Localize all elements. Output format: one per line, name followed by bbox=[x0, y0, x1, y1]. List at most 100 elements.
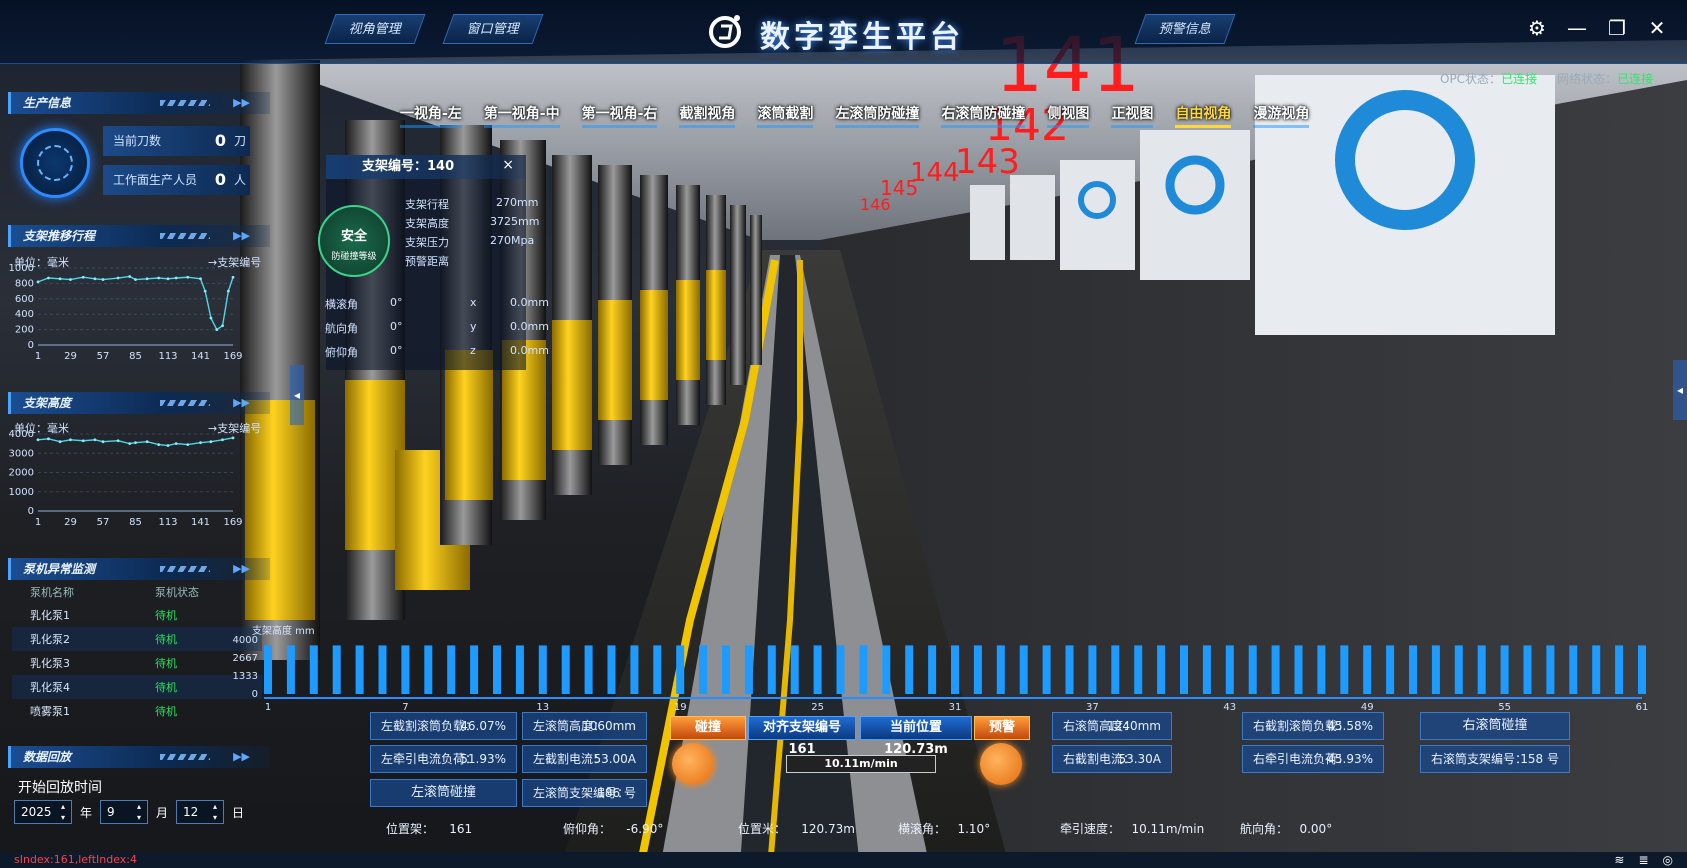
bar bbox=[1180, 645, 1188, 694]
bar bbox=[355, 645, 364, 694]
bar bbox=[1409, 645, 1417, 694]
support-height-header: 支架高度 ▶▶ bbox=[8, 392, 270, 414]
gear-icon[interactable]: ⚙ bbox=[1525, 16, 1549, 40]
restore-icon[interactable]: ❐ bbox=[1605, 16, 1629, 40]
view-management-label: 视角管理 bbox=[348, 22, 401, 37]
view-management-button[interactable]: 视角管理 bbox=[324, 14, 426, 44]
bar bbox=[286, 645, 295, 694]
right-drum-support-number: 右滚筒支架编号： 158 号 bbox=[1420, 745, 1570, 773]
tab-drum-cutting[interactable]: 滚筒截割 bbox=[757, 103, 814, 128]
table-row[interactable]: 喷雾泵1 待机 bbox=[12, 699, 262, 723]
left-traction-value: 51.93% bbox=[460, 752, 506, 766]
x-tick-label: 57 bbox=[97, 517, 110, 528]
tab-right-drum-anticollision[interactable]: 右滚筒防碰撞 bbox=[941, 103, 1026, 128]
day-spinner[interactable]: 12 bbox=[176, 800, 225, 824]
bar bbox=[836, 645, 845, 694]
y-tick-label: 0 bbox=[252, 689, 258, 700]
table-row[interactable]: 乳化泵3 待机 bbox=[12, 651, 262, 675]
tab-view-left[interactable]: 一视角-左 bbox=[400, 103, 462, 128]
table-row[interactable]: 乳化泵1 待机 bbox=[12, 603, 262, 627]
tab-first-view-center[interactable]: 第一视角-中 bbox=[483, 103, 560, 128]
data-point bbox=[186, 443, 190, 446]
chevron-icon: ▶▶ bbox=[233, 229, 250, 242]
tab-free-view[interactable]: 自由视角 bbox=[1175, 103, 1232, 128]
data-point bbox=[134, 278, 137, 281]
year-spinner[interactable]: 2025 bbox=[14, 800, 72, 824]
bar bbox=[1317, 645, 1326, 694]
axis-x-label: x bbox=[470, 296, 477, 309]
data-point bbox=[36, 438, 40, 442]
bar bbox=[1111, 645, 1120, 694]
app-title: 数字孪生平台 bbox=[760, 20, 964, 55]
y-tick-label: 200 bbox=[15, 325, 34, 336]
right-traction-current-load: 右牵引电流负荷： 45.93% bbox=[1242, 745, 1384, 773]
table-row[interactable]: 乳化泵2 待机 bbox=[12, 627, 262, 651]
data-point bbox=[215, 328, 219, 331]
year-unit: 年 bbox=[80, 805, 93, 820]
data-point bbox=[69, 278, 72, 281]
production-info-title: 生产信息 bbox=[23, 96, 72, 110]
tab-roam-view[interactable]: 漫游视角 bbox=[1253, 103, 1310, 128]
stack-icon[interactable]: ≣ bbox=[1638, 852, 1648, 868]
right-cut-drum-load: 右截割滚筒负载： 45.58% bbox=[1242, 712, 1384, 740]
current-position-button[interactable]: 当前位置 120.73m bbox=[860, 716, 972, 757]
data-point bbox=[116, 439, 120, 443]
month-spinner[interactable]: 9 bbox=[100, 800, 149, 824]
bar bbox=[1523, 645, 1532, 694]
support-height-chart: 单位：毫米 →支架编号 0 1000 2000 3000 4000 1 29 57 85 113 1… bbox=[8, 416, 270, 551]
data-point bbox=[231, 436, 235, 440]
minimize-icon[interactable]: — bbox=[1565, 16, 1589, 40]
pump-table: 泵机名称 泵机状态 乳化泵1 待机 乳化泵2 待机 乳化泵3 待机 乳化泵4 待机 喷雾… bbox=[12, 581, 262, 723]
replay-start-label: 开始回放时间 bbox=[18, 780, 102, 796]
bar bbox=[630, 645, 639, 694]
tab-cutting-view[interactable]: 截割视角 bbox=[679, 103, 736, 128]
close-icon[interactable]: ✕ bbox=[1645, 16, 1669, 40]
bar bbox=[996, 645, 1005, 694]
pitch-angle-readout: 俯仰角： -6.90° bbox=[563, 822, 664, 836]
x-tick-label: 85 bbox=[129, 517, 142, 528]
safety-status: 安全 bbox=[340, 229, 367, 244]
right-support-value: 158 号 bbox=[1520, 752, 1559, 766]
data-point bbox=[221, 324, 224, 328]
tab-first-view-right[interactable]: 第一视角-右 bbox=[581, 103, 658, 128]
warning-info-button[interactable]: 预警信息 bbox=[1134, 14, 1236, 44]
bar bbox=[722, 645, 730, 694]
header-stripes bbox=[160, 233, 210, 239]
y-tick-label: 400 bbox=[15, 309, 34, 320]
close-icon[interactable]: × bbox=[502, 157, 514, 173]
bar bbox=[744, 645, 753, 694]
bar bbox=[1500, 645, 1509, 694]
bar bbox=[882, 645, 891, 694]
bar bbox=[1477, 645, 1486, 694]
tab-left-drum-anticollision[interactable]: 左滚筒防碰撞 bbox=[835, 103, 920, 128]
bar bbox=[1294, 645, 1303, 694]
x-tick-label: 25 bbox=[811, 702, 824, 710]
right-panel-collapse-arrow[interactable]: ◂ bbox=[1673, 360, 1687, 420]
warning-button[interactable]: 预警 bbox=[974, 716, 1030, 740]
support-height-title: 支架高度 bbox=[23, 396, 72, 410]
x-tick-label: 113 bbox=[158, 517, 177, 528]
connection-status: OPC状态：已连接 网络状态：已连接 bbox=[1440, 70, 1653, 87]
visibility-icon[interactable]: ◎ bbox=[1663, 852, 1673, 868]
people-value: 0 bbox=[214, 170, 226, 189]
window-management-button[interactable]: 窗口管理 bbox=[442, 14, 544, 44]
axis-x-value: 0.0mm bbox=[510, 296, 549, 309]
data-point bbox=[93, 438, 97, 442]
y-tick-label: 3000 bbox=[9, 448, 34, 459]
left-panel-collapse-arrow[interactable]: ◂ bbox=[290, 365, 304, 425]
bar bbox=[1615, 645, 1624, 694]
table-header-row: 泵机名称 泵机状态 bbox=[12, 581, 262, 603]
tab-front-view[interactable]: 正视图 bbox=[1111, 103, 1154, 128]
bar bbox=[470, 645, 479, 694]
left-cut-current-value: 53.00A bbox=[593, 752, 636, 766]
align-support-button[interactable]: 对齐支架编号 161 bbox=[748, 716, 856, 757]
right-cut-current: 右截割电流： 53.30A bbox=[1052, 745, 1172, 773]
window-controls: ⚙ — ❐ ✕ bbox=[1525, 16, 1669, 40]
table-row[interactable]: 乳化泵4 待机 bbox=[12, 675, 262, 699]
collision-button[interactable]: 碰撞 bbox=[670, 716, 746, 740]
left-drum-indicator bbox=[672, 743, 714, 785]
bar bbox=[1157, 645, 1166, 694]
tab-side-view[interactable]: 侧视图 bbox=[1047, 103, 1090, 128]
layers-icon[interactable]: ≋ bbox=[1614, 852, 1624, 868]
debug-footer: sIndex:161,leftIndex:4 ≋ ≣ ◎ bbox=[0, 852, 1687, 868]
